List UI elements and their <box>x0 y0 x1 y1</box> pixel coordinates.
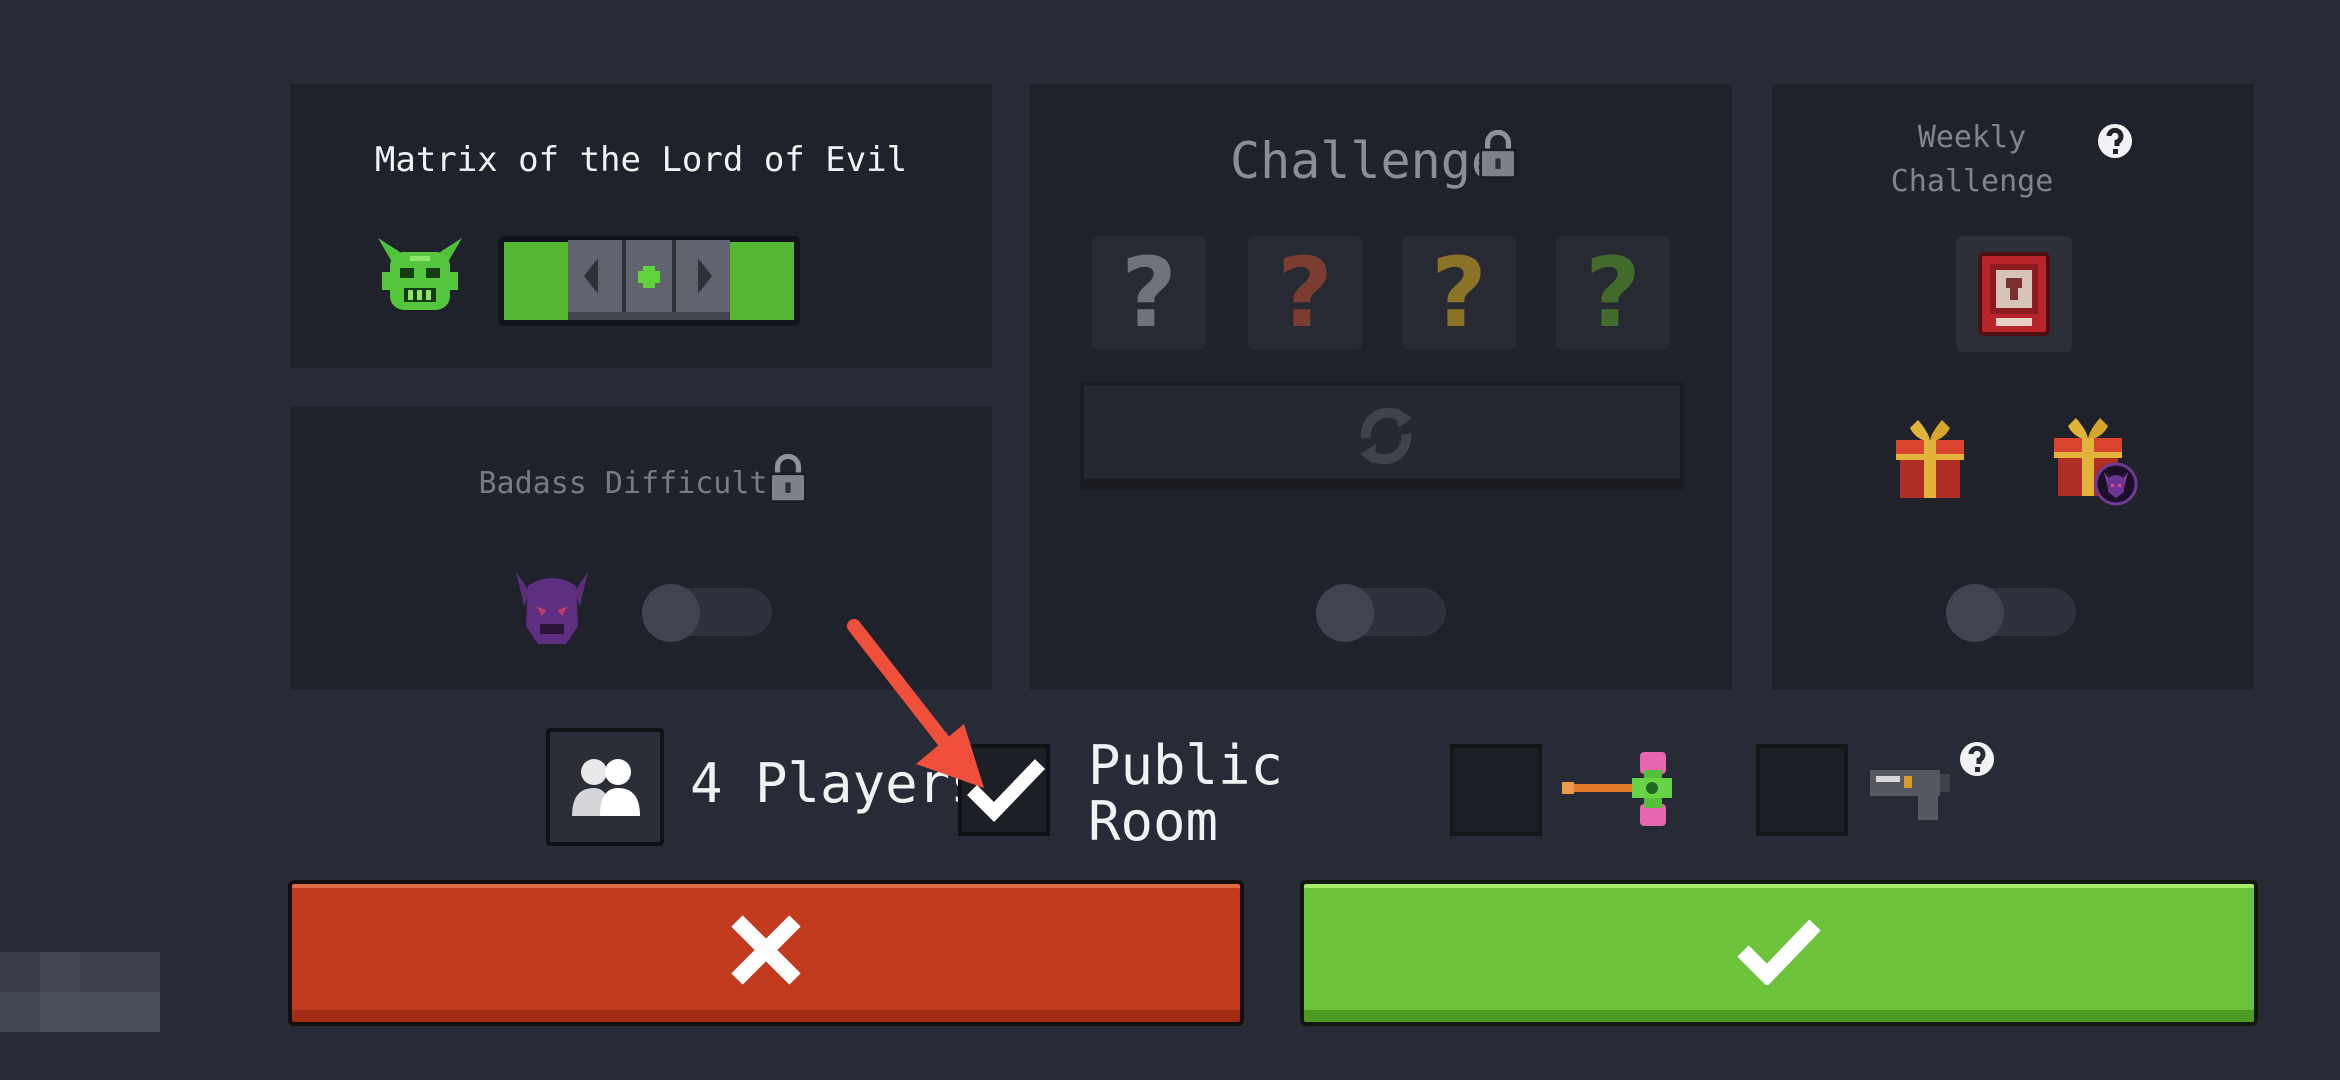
close-icon <box>731 915 801 985</box>
weekly-challenge-panel: Weekly Challenge <box>1772 84 2254 690</box>
lock-icon <box>1479 130 1517 179</box>
confirm-button[interactable] <box>1300 880 2258 1026</box>
question-mark: ? <box>1431 237 1487 349</box>
difficulty-title: Matrix of the Lord of Evil <box>374 140 908 180</box>
gun-option-checkbox[interactable] <box>1756 744 1848 836</box>
demon-badge-icon <box>2094 462 2138 506</box>
pink-hammer-icon <box>1562 752 1672 826</box>
hammer-option-checkbox[interactable] <box>1450 744 1542 836</box>
selector-fill-left <box>504 242 568 320</box>
selector-fill-right <box>730 242 794 320</box>
cancel-button[interactable] <box>288 880 1244 1026</box>
blurred-overlay <box>0 952 160 1032</box>
weekly-card-slot[interactable] <box>1956 236 2072 352</box>
challenge-title: Challenge <box>1230 132 1501 190</box>
badass-difficulty-title: Badass Difficulty <box>478 466 786 501</box>
players-button[interactable] <box>546 728 664 846</box>
players-icon <box>572 759 640 816</box>
help-icon[interactable] <box>1958 740 1996 778</box>
challenge-toggle[interactable] <box>1316 584 1446 642</box>
gift-box-icon <box>1896 420 1964 498</box>
toggle-knob <box>1946 584 2004 642</box>
difficulty-panel: Matrix of the Lord of Evil <box>290 84 992 368</box>
public-room-label-line1: Public <box>1088 734 1284 797</box>
weekly-title-line2: Challenge <box>1890 164 2054 199</box>
challenge-slot-4[interactable]: ? <box>1556 236 1670 350</box>
public-room-label-line2: Room <box>1088 790 1219 853</box>
challenge-refresh-button[interactable] <box>1080 382 1684 490</box>
toggle-knob <box>642 584 700 642</box>
divider <box>672 240 676 312</box>
weekly-title-line1: Weekly <box>1917 120 2027 155</box>
refresh-icon <box>1360 407 1412 465</box>
difficulty-level-selector[interactable] <box>498 236 800 326</box>
help-icon[interactable] <box>2096 122 2134 160</box>
evil-lord-mask-icon <box>378 238 462 310</box>
question-mark: ? <box>1277 237 1333 349</box>
annotation-arrow-icon <box>847 619 984 788</box>
challenge-slot-3[interactable]: ? <box>1402 236 1516 350</box>
weekly-toggle[interactable] <box>1946 584 2076 642</box>
challenge-slot-2[interactable]: ? <box>1248 236 1362 350</box>
question-mark: ? <box>1585 237 1641 349</box>
badass-toggle[interactable] <box>642 584 772 642</box>
toggle-knob <box>1316 584 1374 642</box>
lock-icon <box>769 454 807 503</box>
gift-with-badge <box>2050 412 2150 512</box>
question-mark: ? <box>1121 237 1177 349</box>
arrow-right-icon <box>698 258 712 294</box>
dot-icon <box>638 266 660 288</box>
challenge-slot-1[interactable]: ? <box>1092 236 1206 350</box>
arrow-left-icon <box>584 258 598 294</box>
gun-icon <box>1870 770 1950 820</box>
selector-handle[interactable] <box>568 240 730 320</box>
red-challenge-card-icon <box>1978 252 2050 336</box>
checkmark-icon <box>1737 919 1821 985</box>
challenge-panel: Challenge ? ? ? ? <box>1030 84 1732 690</box>
purple-demon-icon <box>516 572 588 644</box>
divider <box>622 240 626 312</box>
